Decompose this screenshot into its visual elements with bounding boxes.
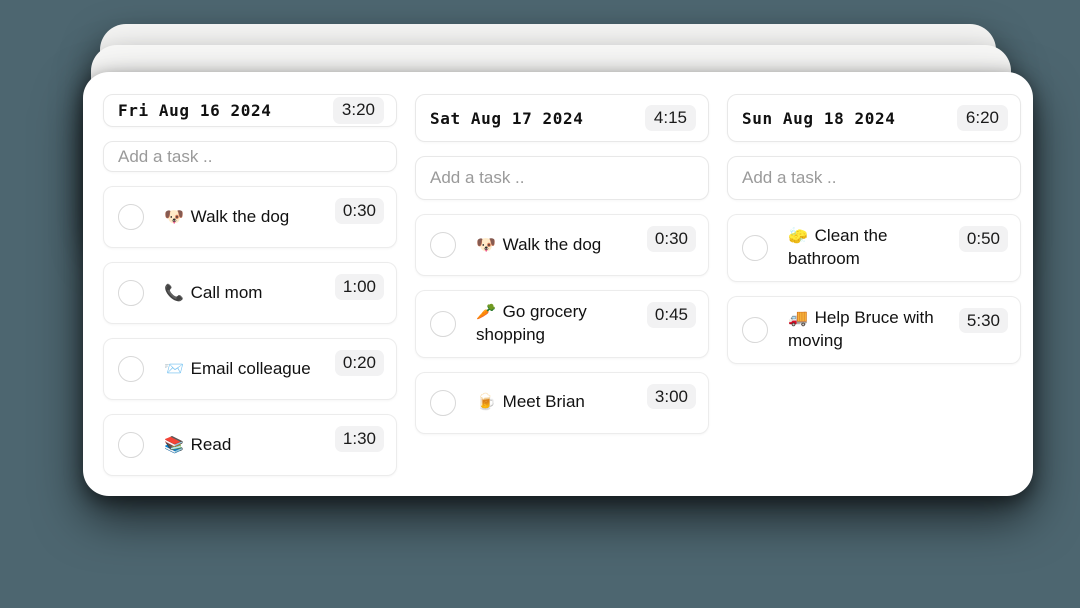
task-row[interactable]: 🐶 Walk the dog 0:30 (103, 186, 397, 248)
day-date-label: Sun Aug 18 2024 (742, 108, 896, 128)
task-row[interactable]: 🍺 Meet Brian 3:00 (415, 371, 709, 434)
task-label: 📨 Email colleague (164, 358, 325, 381)
task-duration-badge[interactable]: 0:50 (958, 226, 1008, 252)
task-row[interactable]: 🚚 Help Bruce with moving 5:30 (727, 295, 1021, 364)
delivery-truck-emoji: 🚚 (788, 309, 808, 327)
task-label: 🐶 Walk the dog (164, 206, 325, 229)
day-header: Sun Aug 18 2024 6:20 (727, 94, 1021, 142)
day-header: Sat Aug 17 2024 4:15 (415, 94, 709, 142)
dog-face-emoji: 🐶 (164, 208, 184, 226)
task-label: 🥕 Go grocery shopping (476, 301, 637, 347)
day-total-time-badge: 6:20 (956, 104, 1008, 132)
task-row[interactable]: 📞 Call mom 1:00 (103, 262, 397, 324)
day-column-3: Sun Aug 18 2024 6:20 🧽 Clean the bathroom 0… (727, 94, 1021, 476)
task-complete-checkbox[interactable] (742, 234, 768, 261)
day-columns: Fri Aug 16 2024 3:20 🐶 Walk the dog 0:30 📞 C… (83, 72, 1033, 496)
day-header: Fri Aug 16 2024 3:20 (103, 94, 397, 128)
day-column-1: Fri Aug 16 2024 3:20 🐶 Walk the dog 0:30 📞 C… (103, 94, 397, 476)
task-duration-badge[interactable]: 0:45 (646, 302, 696, 328)
task-complete-checkbox[interactable] (118, 280, 144, 306)
stack-layer-front: Fri Aug 16 2024 3:20 🐶 Walk the dog 0:30 📞 C… (83, 72, 1033, 496)
beer-mug-emoji: 🍺 (476, 394, 496, 412)
task-label-text: Walk the dog (190, 206, 290, 226)
task-duration-badge[interactable]: 1:00 (334, 274, 384, 300)
task-row[interactable]: 🐶 Walk the dog 0:30 (415, 214, 709, 276)
carrot-emoji: 🥕 (476, 304, 496, 321)
task-label-text: Meet Brian (502, 392, 585, 412)
task-complete-checkbox[interactable] (430, 389, 456, 416)
task-label: 🚚 Help Bruce with moving (788, 307, 949, 353)
task-label-text: Walk the dog (502, 234, 602, 254)
task-duration-badge[interactable]: 0:30 (334, 198, 384, 224)
task-label: 🧽 Clean the bathroom (788, 225, 949, 271)
task-label: 📞 Call mom (164, 282, 325, 305)
card-stack: Fri Aug 16 2024 3:20 🐶 Walk the dog 0:30 📞 C… (83, 24, 1033, 496)
day-total-time-badge: 3:20 (332, 97, 384, 125)
sponge-emoji: 🧽 (788, 228, 808, 245)
day-column-2: Sat Aug 17 2024 4:15 🐶 Walk the dog 0:30 🥕 G… (415, 94, 709, 476)
task-complete-checkbox[interactable] (430, 310, 456, 337)
task-complete-checkbox[interactable] (430, 232, 456, 258)
books-emoji: 📚 (164, 436, 184, 454)
add-task-input[interactable] (118, 146, 382, 167)
task-complete-checkbox[interactable] (742, 316, 768, 343)
task-row[interactable]: 🧽 Clean the bathroom 0:50 (727, 214, 1021, 282)
app-root: Fri Aug 16 2024 3:20 🐶 Walk the dog 0:30 📞 C… (0, 0, 1080, 608)
task-duration-badge[interactable]: 0:30 (646, 226, 696, 252)
task-label: 🐶 Walk the dog (476, 234, 637, 257)
add-task-field[interactable] (415, 156, 709, 200)
dog-face-emoji: 🐶 (476, 236, 496, 254)
task-label-text: Help Bruce with moving (788, 307, 934, 350)
add-task-field[interactable] (727, 156, 1021, 200)
incoming-envelope-emoji: 📨 (164, 360, 184, 378)
day-total-time-badge: 4:15 (644, 104, 696, 132)
telephone-receiver-emoji: 📞 (164, 284, 184, 302)
task-row[interactable]: 📨 Email colleague 0:20 (103, 338, 397, 400)
task-row[interactable]: 🥕 Go grocery shopping 0:45 (415, 290, 709, 358)
add-task-input[interactable] (742, 168, 1006, 188)
add-task-input[interactable] (430, 168, 694, 188)
day-date-label: Fri Aug 16 2024 (118, 101, 272, 121)
task-complete-checkbox[interactable] (118, 204, 144, 230)
task-list: 🐶 Walk the dog 0:30 📞 Call mom 1:00 📨 Email … (103, 186, 397, 476)
task-label-text: Call mom (190, 282, 263, 302)
task-row[interactable]: 📚 Read 1:30 (103, 414, 397, 476)
task-label: 🍺 Meet Brian (476, 391, 637, 414)
task-duration-badge[interactable]: 1:30 (334, 426, 384, 452)
task-label: 📚 Read (164, 434, 325, 457)
task-duration-badge[interactable]: 5:30 (958, 307, 1008, 334)
task-complete-checkbox[interactable] (118, 432, 144, 458)
task-label-text: Read (190, 434, 232, 454)
task-list: 🐶 Walk the dog 0:30 🥕 Go grocery shopping 0… (415, 214, 709, 434)
task-list: 🧽 Clean the bathroom 0:50 🚚 Help Bruce wit… (727, 214, 1021, 364)
day-date-label: Sat Aug 17 2024 (430, 108, 584, 128)
task-label-text: Email colleague (190, 358, 311, 378)
task-duration-badge[interactable]: 0:20 (334, 350, 384, 376)
add-task-field[interactable] (103, 141, 397, 172)
task-complete-checkbox[interactable] (118, 356, 144, 382)
task-duration-badge[interactable]: 3:00 (646, 383, 696, 410)
